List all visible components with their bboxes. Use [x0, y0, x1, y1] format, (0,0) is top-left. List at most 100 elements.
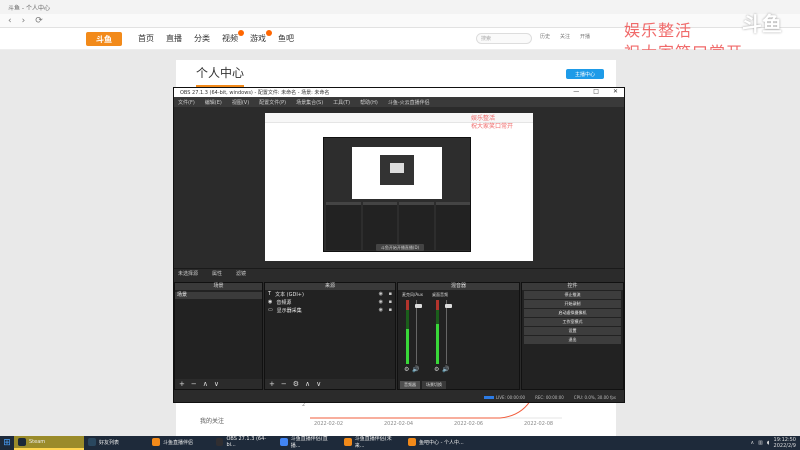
- settings-gear-icon[interactable]: ⚙: [293, 380, 299, 388]
- sources-dock: 来源 T 文本 (GDI+) ◉ ▪ ◉ 音频源 ◉ ▪ ▭ 显示器采集 ◉ ▪…: [264, 282, 396, 390]
- properties-button[interactable]: 属性: [212, 270, 222, 277]
- mixer-tabs: 音频器 场景切换: [398, 381, 519, 389]
- remove-source-icon[interactable]: −: [281, 380, 287, 388]
- taskbar-items: Steam 好友列表 斗鱼直播伴侣 OBS 27.1.3 (64-bi... 斗鱼直播伴…: [14, 436, 468, 450]
- tab-audio-mixer[interactable]: 音频器: [400, 381, 420, 389]
- menu-view[interactable]: 视图(V): [232, 99, 249, 106]
- source-item[interactable]: ▭ 显示器采集 ◉ ▪: [265, 306, 395, 314]
- speaker-icon[interactable]: 🔊: [412, 366, 419, 373]
- start-recording-button[interactable]: 开始录制: [524, 300, 621, 308]
- menu-profile[interactable]: 配置文件(P): [259, 99, 286, 106]
- forward-icon[interactable]: ›: [22, 16, 26, 26]
- eye-icon[interactable]: ◉: [379, 299, 383, 305]
- obs-titlebar: OBS 27.1.3 (64-bit, windows) - 配置文件: 未命名…: [174, 88, 624, 97]
- audio-source-icon: ◉: [268, 299, 273, 305]
- back-icon[interactable]: ‹: [8, 16, 12, 26]
- menu-scene-collection[interactable]: 场景集合(S): [296, 99, 323, 106]
- volume-slider-knob[interactable]: [415, 304, 422, 308]
- close-icon[interactable]: ✕: [613, 88, 618, 95]
- move-down-icon[interactable]: ∨: [316, 380, 321, 388]
- move-down-icon[interactable]: ∨: [214, 380, 219, 388]
- taskbar-item[interactable]: 斗鱼直播伴侣(未来...: [340, 436, 404, 450]
- lock-icon[interactable]: ▪: [389, 307, 392, 313]
- volume-meter: [406, 300, 409, 364]
- taskbar-item-label: Steam: [29, 439, 46, 445]
- add-scene-icon[interactable]: +: [179, 380, 185, 388]
- user-links: 历史 关注 开播: [540, 33, 590, 40]
- rec-status: REC: 00:00:00: [535, 394, 564, 400]
- move-up-icon[interactable]: ∧: [203, 380, 208, 388]
- my-follow-link[interactable]: 我的关注: [200, 416, 224, 425]
- nav-item-video[interactable]: 视频: [222, 30, 244, 44]
- lock-icon[interactable]: ▪: [389, 299, 392, 305]
- nav-item-home[interactable]: 首页: [138, 33, 154, 44]
- obs-preview[interactable]: 娱乐整活 祝大家笑口常开 斗鱼开始开播直播(D): [174, 107, 624, 267]
- windows-taskbar: ⊞ Steam 好友列表 斗鱼直播伴侣 OBS 27.1.3 (64-bi... 斗鱼直…: [0, 436, 800, 450]
- menu-help[interactable]: 帮助(H): [360, 99, 378, 106]
- nav-item-live[interactable]: 直播: [166, 33, 182, 44]
- scene-item[interactable]: 场景: [175, 292, 262, 299]
- taskbar-item[interactable]: 斗鱼直播伴侣: [148, 436, 212, 450]
- gear-icon[interactable]: ⚙: [404, 366, 409, 373]
- menu-douyu-plugin[interactable]: 斗鱼-火云直播伴侣: [388, 99, 430, 106]
- eye-icon[interactable]: ◉: [379, 307, 383, 313]
- app-icon: [88, 438, 96, 446]
- follow-link[interactable]: 关注: [560, 33, 570, 40]
- nav-item-fishbar[interactable]: 鱼吧: [278, 33, 294, 44]
- studio-mode-button[interactable]: 工作室模式: [524, 318, 621, 326]
- browser-tab-title[interactable]: 斗鱼 - 个人中心: [8, 3, 50, 12]
- refresh-icon[interactable]: ⟳: [35, 16, 43, 26]
- taskbar-item[interactable]: 斗鱼直播伴侣(直播...: [276, 436, 340, 450]
- monitor-source-icon: ▭: [268, 307, 273, 313]
- taskbar-item[interactable]: Steam: [14, 436, 84, 450]
- maximize-icon[interactable]: □: [593, 88, 599, 95]
- windows-start-icon[interactable]: ⊞: [0, 436, 14, 450]
- volume-slider[interactable]: [415, 300, 422, 364]
- menu-edit[interactable]: 编辑(E): [205, 99, 222, 106]
- lock-icon[interactable]: ▪: [389, 291, 392, 297]
- site-logo[interactable]: 斗鱼: [86, 32, 122, 46]
- taskbar-item[interactable]: 好友列表: [84, 436, 148, 450]
- taskbar-item-label: 斗鱼直播伴侣: [163, 439, 194, 446]
- minimize-icon[interactable]: —: [573, 88, 579, 95]
- filters-button[interactable]: 滤镜: [236, 270, 246, 277]
- nav-item-game[interactable]: 游戏: [250, 30, 272, 44]
- tray-arrow-icon[interactable]: ∧: [750, 440, 754, 446]
- move-up-icon[interactable]: ∧: [305, 380, 310, 388]
- menu-file[interactable]: 文件(F): [178, 99, 195, 106]
- source-item[interactable]: ◉ 音频源 ◉ ▪: [265, 298, 395, 306]
- speaker-icon[interactable]: 🔊: [442, 366, 449, 373]
- live-status: LIVE: 00:00:00: [483, 395, 525, 400]
- scenes-dock: 场景 场景 + − ∧ ∨: [174, 282, 263, 390]
- taskbar-item[interactable]: OBS 27.1.3 (64-bi...: [212, 436, 276, 450]
- stop-streaming-button[interactable]: 停止推流: [524, 291, 621, 299]
- source-item[interactable]: T 文本 (GDI+) ◉ ▪: [265, 290, 395, 298]
- eye-icon[interactable]: ◉: [379, 291, 383, 297]
- text-source-icon: T: [268, 291, 272, 297]
- preview-capture: 娱乐整活 祝大家笑口常开 斗鱼开始开播直播(D): [265, 113, 533, 261]
- search-input[interactable]: 搜索: [476, 33, 532, 44]
- system-clock[interactable]: 19:12:50 2022/2/9: [774, 437, 796, 449]
- add-source-icon[interactable]: +: [269, 380, 275, 388]
- taskbar-item[interactable]: 鱼吧中心 - 个人中...: [404, 436, 468, 450]
- volume-slider[interactable]: [445, 300, 452, 364]
- remove-scene-icon[interactable]: −: [191, 380, 197, 388]
- source-toolbar: 未选择源 属性 滤镜: [174, 268, 624, 278]
- start-virtual-camera-button[interactable]: 启动虚拟摄像机: [524, 309, 621, 317]
- source-label: 音频源: [276, 299, 292, 306]
- nested-dock: [362, 202, 397, 250]
- menu-tools[interactable]: 工具(T): [333, 99, 350, 106]
- history-link[interactable]: 历史: [540, 33, 550, 40]
- volume-icon[interactable]: ◖: [767, 440, 770, 446]
- nav-item-category[interactable]: 分类: [194, 33, 210, 44]
- app-icon: [280, 438, 288, 446]
- exit-button[interactable]: 退出: [524, 336, 621, 344]
- tab-scene-transitions[interactable]: 场景切换: [422, 381, 446, 389]
- anchor-center-button[interactable]: 主播中心: [566, 69, 604, 79]
- volume-slider-knob[interactable]: [445, 304, 452, 308]
- taskbar-item-label: 鱼吧中心 - 个人中...: [419, 439, 464, 446]
- network-icon[interactable]: ▥: [758, 440, 763, 446]
- start-live-link[interactable]: 开播: [580, 33, 590, 40]
- gear-icon[interactable]: ⚙: [434, 366, 439, 373]
- settings-button[interactable]: 设置: [524, 327, 621, 335]
